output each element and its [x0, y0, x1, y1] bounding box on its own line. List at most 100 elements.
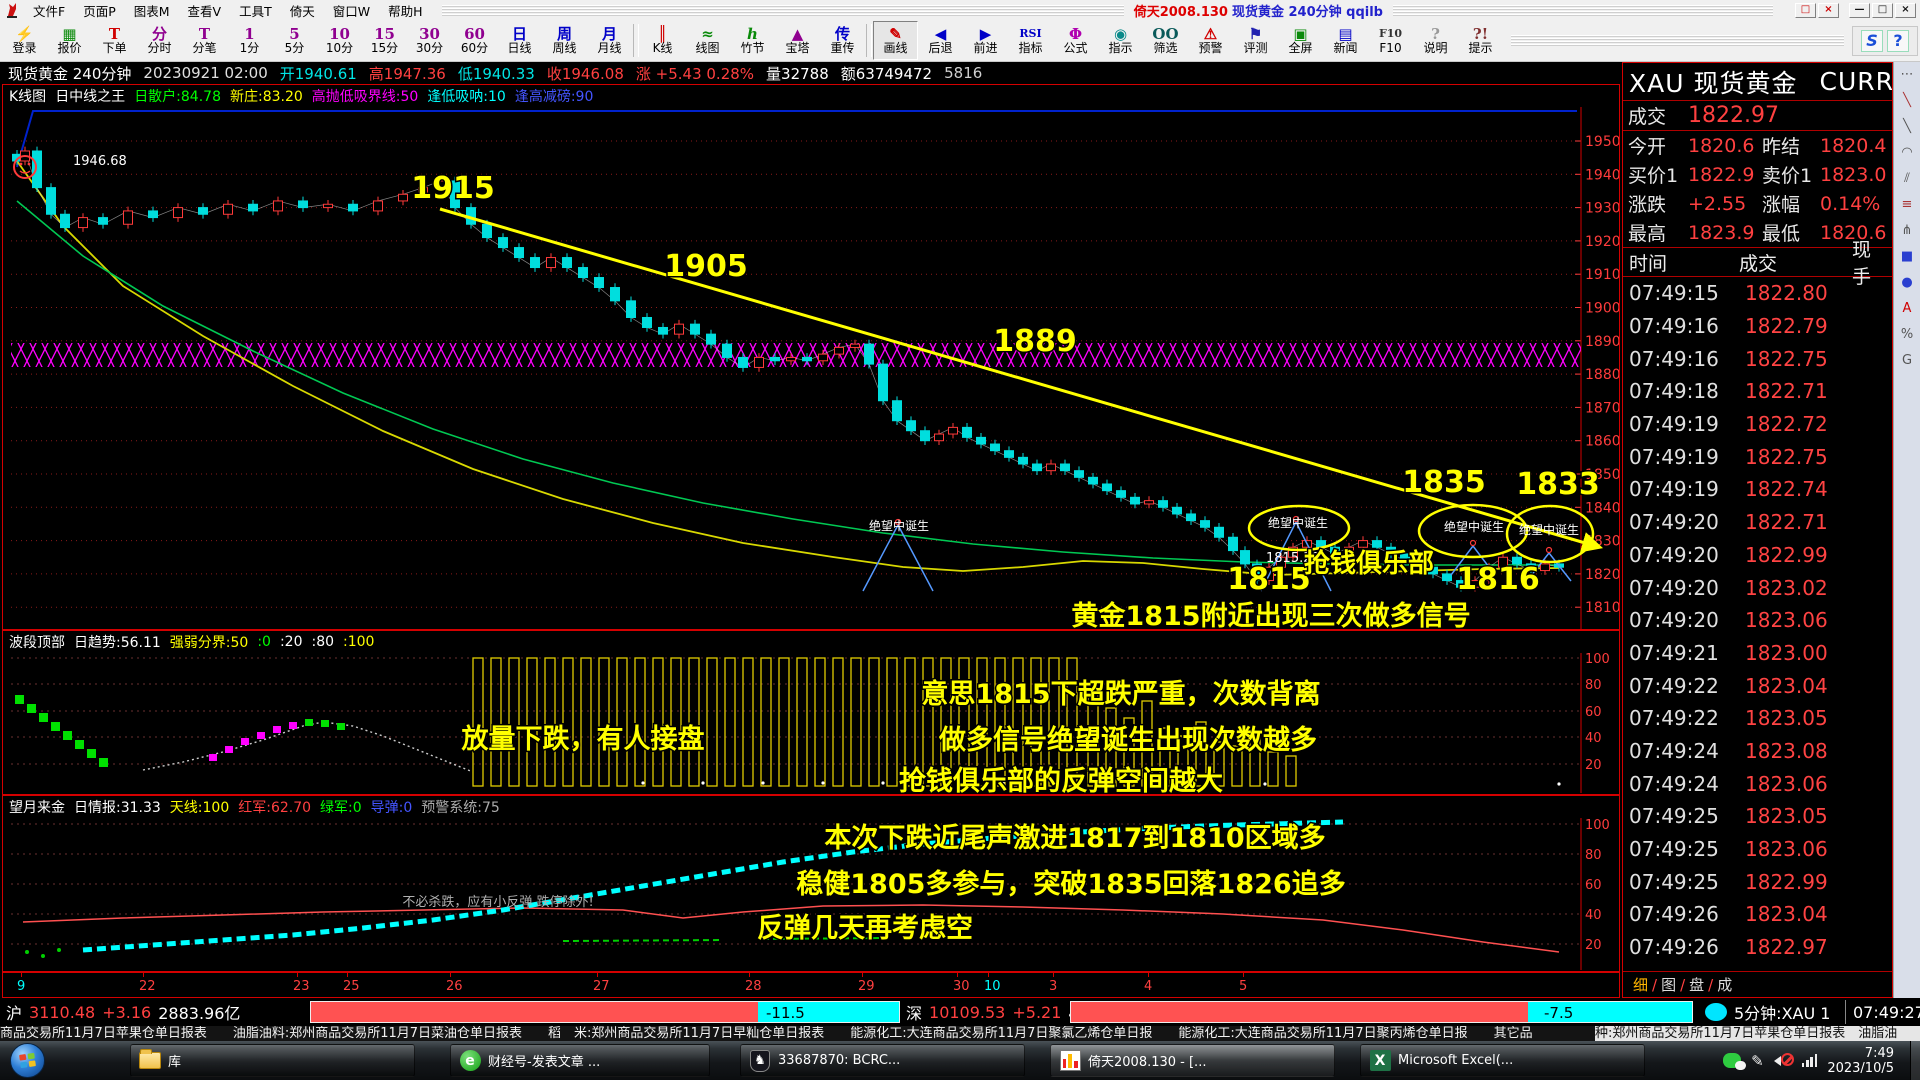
menu-6[interactable]: 窗口W	[324, 1, 379, 20]
wave-panel[interactable]: 波段顶部日趋势:56.11强弱分界:50:0:20:80:100 1008060…	[2, 630, 1620, 795]
toolbar-button-period-week[interactable]: 周周线	[542, 21, 587, 60]
toolbar-button-kline[interactable]: ║K线	[640, 21, 685, 60]
taskbar-app-excel[interactable]: XMicrosoft Excel(...	[1360, 1044, 1645, 1077]
toolbar-button-period-1m[interactable]: 11分	[227, 21, 272, 60]
rect-tool[interactable]: ■	[1897, 247, 1918, 266]
toolbar-button-indicator[interactable]: RSI指标	[1008, 21, 1053, 60]
tab-细[interactable]: 细	[1631, 974, 1650, 995]
menu-1[interactable]: 页面P	[74, 1, 125, 20]
toolbar-button-forward[interactable]: ▶前进	[963, 21, 1008, 60]
ray-line-tool[interactable]: ╲	[1897, 117, 1918, 136]
x-tick	[21, 973, 22, 977]
wave-chart[interactable]: 10080604020放量下跌，有人接盘意思1815下超跌严重，次数背离做多信号…	[3, 653, 1619, 794]
start-button[interactable]	[10, 1043, 45, 1078]
toolbar-button-alert[interactable]: ⚠预警	[1188, 21, 1233, 60]
tab-成[interactable]: 成	[1715, 974, 1734, 995]
toolbar-button-explain[interactable]: ?说明	[1413, 21, 1458, 60]
taskbar-app-explorer-library[interactable]: 库	[130, 1044, 415, 1077]
trend-line-tool[interactable]: ╲	[1897, 91, 1918, 110]
service-s-button[interactable]: S	[1861, 30, 1883, 52]
shield-glyph: ♞	[750, 1050, 770, 1072]
pen-tray-icon[interactable]: ✎	[1751, 1052, 1764, 1070]
menu-4[interactable]: 工具T	[230, 1, 281, 20]
toolbar-button-order[interactable]: T下单	[92, 21, 137, 60]
toolbar-button-login[interactable]: ⚡登录	[2, 21, 47, 60]
menu-3[interactable]: 查看V	[179, 1, 231, 20]
toolbar-button-tick[interactable]: T分笔	[182, 21, 227, 60]
toolbar-label: 宝塔	[785, 42, 809, 55]
ellipse-tool[interactable]: ●	[1897, 273, 1918, 292]
sale-price: 1823.06	[1745, 772, 1828, 796]
taskbar-app-browser-article[interactable]: e财经号-发表文章 ...	[450, 1044, 710, 1077]
count-lines-tool[interactable]: ≡	[1897, 195, 1918, 214]
taskbar-app-bcrc-window[interactable]: ♞33687870: BCRC...	[740, 1044, 1025, 1077]
menu-0[interactable]: 文件F	[24, 1, 74, 20]
toolbar-button-tips[interactable]: ?!提示	[1458, 21, 1503, 60]
toolbar-label: 1分	[240, 42, 260, 55]
forward-icon: ▶	[980, 26, 992, 42]
arc-tool[interactable]: ◠	[1897, 143, 1918, 162]
child-restore-button[interactable]: □	[1795, 3, 1816, 18]
network-signal-icon[interactable]	[1802, 1054, 1818, 1067]
taskbar-app-yitian-app[interactable]: 倚天2008.130 - [...	[1050, 1044, 1335, 1077]
toolbar-button-signal[interactable]: ◉指示	[1098, 21, 1143, 60]
toolbar-button-period-15m[interactable]: 1515分	[362, 21, 407, 60]
drag-handle[interactable]: ⋯	[1897, 65, 1918, 84]
tab-盘[interactable]: 盘	[1687, 974, 1706, 995]
close-button[interactable]: ×	[1895, 3, 1916, 18]
tab-图[interactable]: 图	[1659, 974, 1678, 995]
moon-panel[interactable]: 望月来金日情报:31.33天线:100红军:62.70绿军:0导弹:0预警系统:…	[2, 795, 1620, 972]
kline-panel[interactable]: K线图日中线之王日散户:84.78新庄:83.20高抛低吸界线:50逢低吸呐:1…	[2, 84, 1620, 630]
toolbar-label: 评测	[1243, 42, 1267, 55]
speaker-muted-icon[interactable]	[1774, 1053, 1792, 1069]
golden-section-tool[interactable]: G	[1897, 351, 1918, 370]
toolbar-button-period-month[interactable]: 月月线	[587, 21, 632, 60]
toolbar-button-draw-line[interactable]: ✎画线	[873, 21, 918, 60]
toolbar-button-period-30m[interactable]: 3030分	[407, 21, 452, 60]
quote-summary: 成交1822.97今开1820.6昨结1820.4买价11822.9卖价1182…	[1623, 101, 1892, 247]
toolbar-button-pagoda[interactable]: ▲宝塔	[775, 21, 820, 60]
toolbar-button-formula[interactable]: Φ公式	[1053, 21, 1098, 60]
toolbar-button-minute-chart[interactable]: 分分时	[137, 21, 182, 60]
toolbar-button-fullscreen[interactable]: ▣全屏	[1278, 21, 1323, 60]
toolbar-button-retransmit[interactable]: 传重传	[820, 21, 865, 60]
toolbar-button-period-5m[interactable]: 55分	[272, 21, 317, 60]
minimize-button[interactable]: —	[1849, 3, 1870, 18]
fan-line-tool[interactable]: ⫽	[1897, 169, 1918, 188]
kline-chart[interactable]: 1950194019301920191019001890188018701860…	[3, 107, 1619, 629]
toolbar-button-period-10m[interactable]: 1010分	[317, 21, 362, 60]
moon-axis-label: 40	[1585, 908, 1602, 923]
help-question-button[interactable]: ?	[1887, 30, 1909, 52]
toolbar-button-evaluate[interactable]: ⚑评测	[1233, 21, 1278, 60]
toolbar-button-line-chart[interactable]: ≈线图	[685, 21, 730, 60]
toolbar-button-filter[interactable]: OO筛选	[1143, 21, 1188, 60]
text-tool[interactable]: A	[1897, 299, 1918, 318]
wechat-tray-icon[interactable]	[1723, 1053, 1741, 1068]
toolbar-button-f10[interactable]: F10F10	[1368, 21, 1413, 60]
toolbar-button-bamboo[interactable]: ℎ竹节	[730, 21, 775, 60]
menu-2[interactable]: 图表M	[125, 1, 179, 20]
sale-price: 1823.06	[1745, 837, 1828, 861]
sale-price: 1822.79	[1745, 314, 1828, 338]
multi-fan-tool[interactable]: ⋔	[1897, 221, 1918, 240]
menu-7[interactable]: 帮助H	[379, 1, 431, 20]
toolbar-button-period-day[interactable]: 日日线	[497, 21, 542, 60]
clock[interactable]: 7:49 2023/10/5	[1827, 1046, 1894, 1076]
child-close-button[interactable]: ×	[1818, 3, 1839, 18]
quote-label2: 卖价1	[1762, 161, 1820, 188]
toolbar-button-quotes[interactable]: ▦报价	[47, 21, 92, 60]
toolbar-label: 竹节	[740, 42, 764, 55]
moon-chart[interactable]: 10080604020不必杀跌，应有小反弹 跌停除外!本次下跌近尾声激进1817…	[3, 818, 1619, 971]
menu-5[interactable]: 倚天	[281, 1, 324, 20]
period-indicator[interactable]: 5分钟:XAU 1	[1734, 998, 1830, 1026]
show-desktop-button[interactable]	[1910, 1041, 1920, 1080]
toolbar-label: 说明	[1423, 42, 1447, 55]
toolbar-button-news[interactable]: ▤新闻	[1323, 21, 1368, 60]
toolbar-button-back[interactable]: ◀后退	[918, 21, 963, 60]
restore-button[interactable]: □	[1872, 3, 1893, 18]
toolbar-button-period-60m[interactable]: 6060分	[452, 21, 497, 60]
time-sales-list[interactable]: 07:49:151822.8007:49:161822.7907:49:1618…	[1623, 277, 1892, 965]
percent-tool[interactable]: %	[1897, 325, 1918, 344]
despair-label: 绝望中诞生	[1268, 515, 1328, 530]
sales-header: 时间 成交 现手	[1623, 247, 1892, 277]
